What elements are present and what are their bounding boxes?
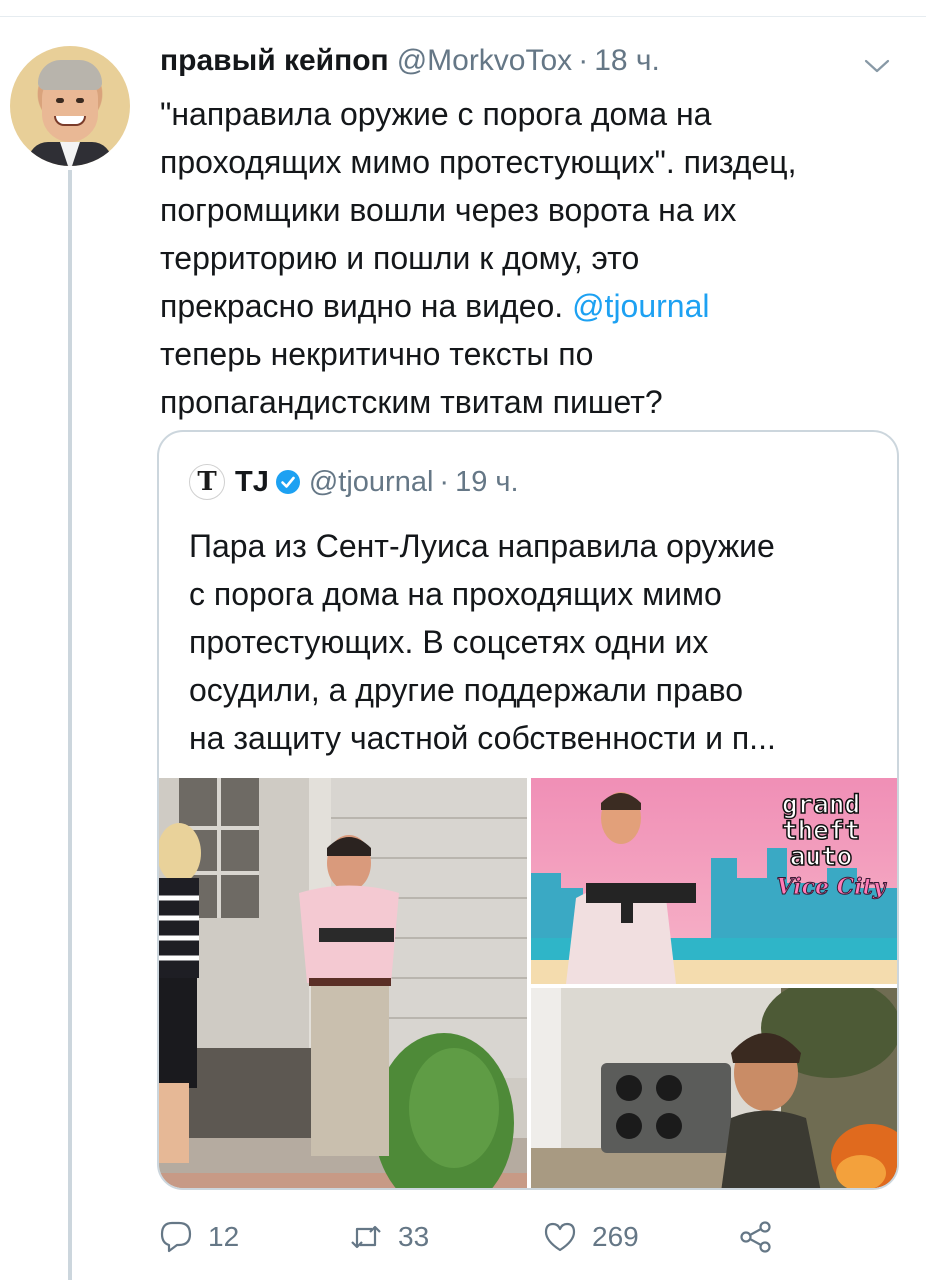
- quoted-author-name[interactable]: TJ: [235, 466, 269, 499]
- gta-vice-city-meme[interactable]: grand theft auto Vice City: [531, 778, 897, 984]
- quoted-tweet-time[interactable]: 19 ч.: [455, 466, 518, 499]
- tweet-actions: 12 33 269: [158, 1212, 798, 1262]
- retweet-icon: [351, 1225, 381, 1249]
- thread-line: [68, 170, 72, 1280]
- separator-dot: ·: [578, 44, 589, 77]
- separator-dot: ·: [439, 465, 450, 498]
- share-icon: [740, 1221, 771, 1253]
- quoted-tweet[interactable]: T TJ @tjournal · 19 ч. Пара из Сент-Луис…: [157, 430, 899, 1190]
- author-name[interactable]: правый кейпоп: [160, 44, 389, 78]
- tweet-text-line: "направила оружие с порога дома на: [160, 96, 712, 132]
- retweet-count: 33: [398, 1221, 430, 1252]
- avatar[interactable]: [10, 46, 130, 166]
- reply-icon: [160, 1221, 192, 1253]
- gta-logo-script: Vice City: [777, 874, 888, 900]
- top-divider: [0, 16, 926, 17]
- tweet-text-line: теперь некритично тексты по: [160, 336, 594, 372]
- tweet-text-line: территорию и пошли к дому, это: [160, 240, 640, 276]
- like-count: 269: [592, 1221, 639, 1252]
- tweet-time[interactable]: 18 ч.: [594, 44, 660, 78]
- like-button[interactable]: 269: [542, 1212, 639, 1262]
- quoted-text-line: Пара из Сент-Луиса направила оружие: [189, 528, 775, 564]
- chevron-down-icon[interactable]: [862, 56, 892, 76]
- media-grid: grand theft auto Vice City: [159, 778, 897, 1188]
- author-handle[interactable]: @MorkvoTox: [397, 44, 573, 78]
- quoted-tweet-text: Пара из Сент-Луиса направила оружие с по…: [189, 522, 879, 762]
- tweet-text-line: проходящих мимо протестующих". пиздец,: [160, 144, 797, 180]
- rocket-launcher-meme[interactable]: [531, 988, 897, 1188]
- reply-button[interactable]: 12: [158, 1212, 239, 1262]
- tweet-text: "направила оружие с порога дома на прохо…: [160, 90, 910, 426]
- quoted-author-handle[interactable]: @tjournal: [309, 466, 434, 499]
- reply-count: 12: [208, 1221, 240, 1252]
- tweet-text-segment: прекрасно видно на видео.: [160, 288, 573, 324]
- tweet-text-line-with-mention: прекрасно видно на видео. @tjournal: [160, 282, 910, 330]
- tweet-text-line: погромщики вошли через ворота на их: [160, 192, 737, 228]
- quoted-text-line: осудили, а другие поддержали право: [189, 672, 743, 708]
- tweet-header: правый кейпоп @MorkvoTox · 18 ч.: [160, 44, 660, 84]
- heart-icon: [544, 1222, 576, 1252]
- quoted-text-line: на защиту частной собственности и п...: [189, 720, 776, 756]
- gta-logo-line: auto: [790, 842, 853, 872]
- verified-badge-icon: [275, 470, 300, 494]
- quoted-tweet-header: T TJ @tjournal · 19 ч.: [189, 462, 519, 502]
- quoted-text-line: протестующих. В соцсетях одни их: [189, 624, 709, 660]
- tweet-text-line: пропагандистским твитам пишет?: [160, 384, 663, 420]
- retweet-button[interactable]: 33: [348, 1212, 429, 1262]
- mention-link[interactable]: @tjournal: [572, 288, 709, 324]
- quoted-text-line: с порога дома на проходящих мимо: [189, 576, 722, 612]
- share-button[interactable]: [738, 1212, 774, 1262]
- photo-couple-with-guns[interactable]: [159, 778, 527, 1188]
- tj-logo: T: [189, 464, 225, 500]
